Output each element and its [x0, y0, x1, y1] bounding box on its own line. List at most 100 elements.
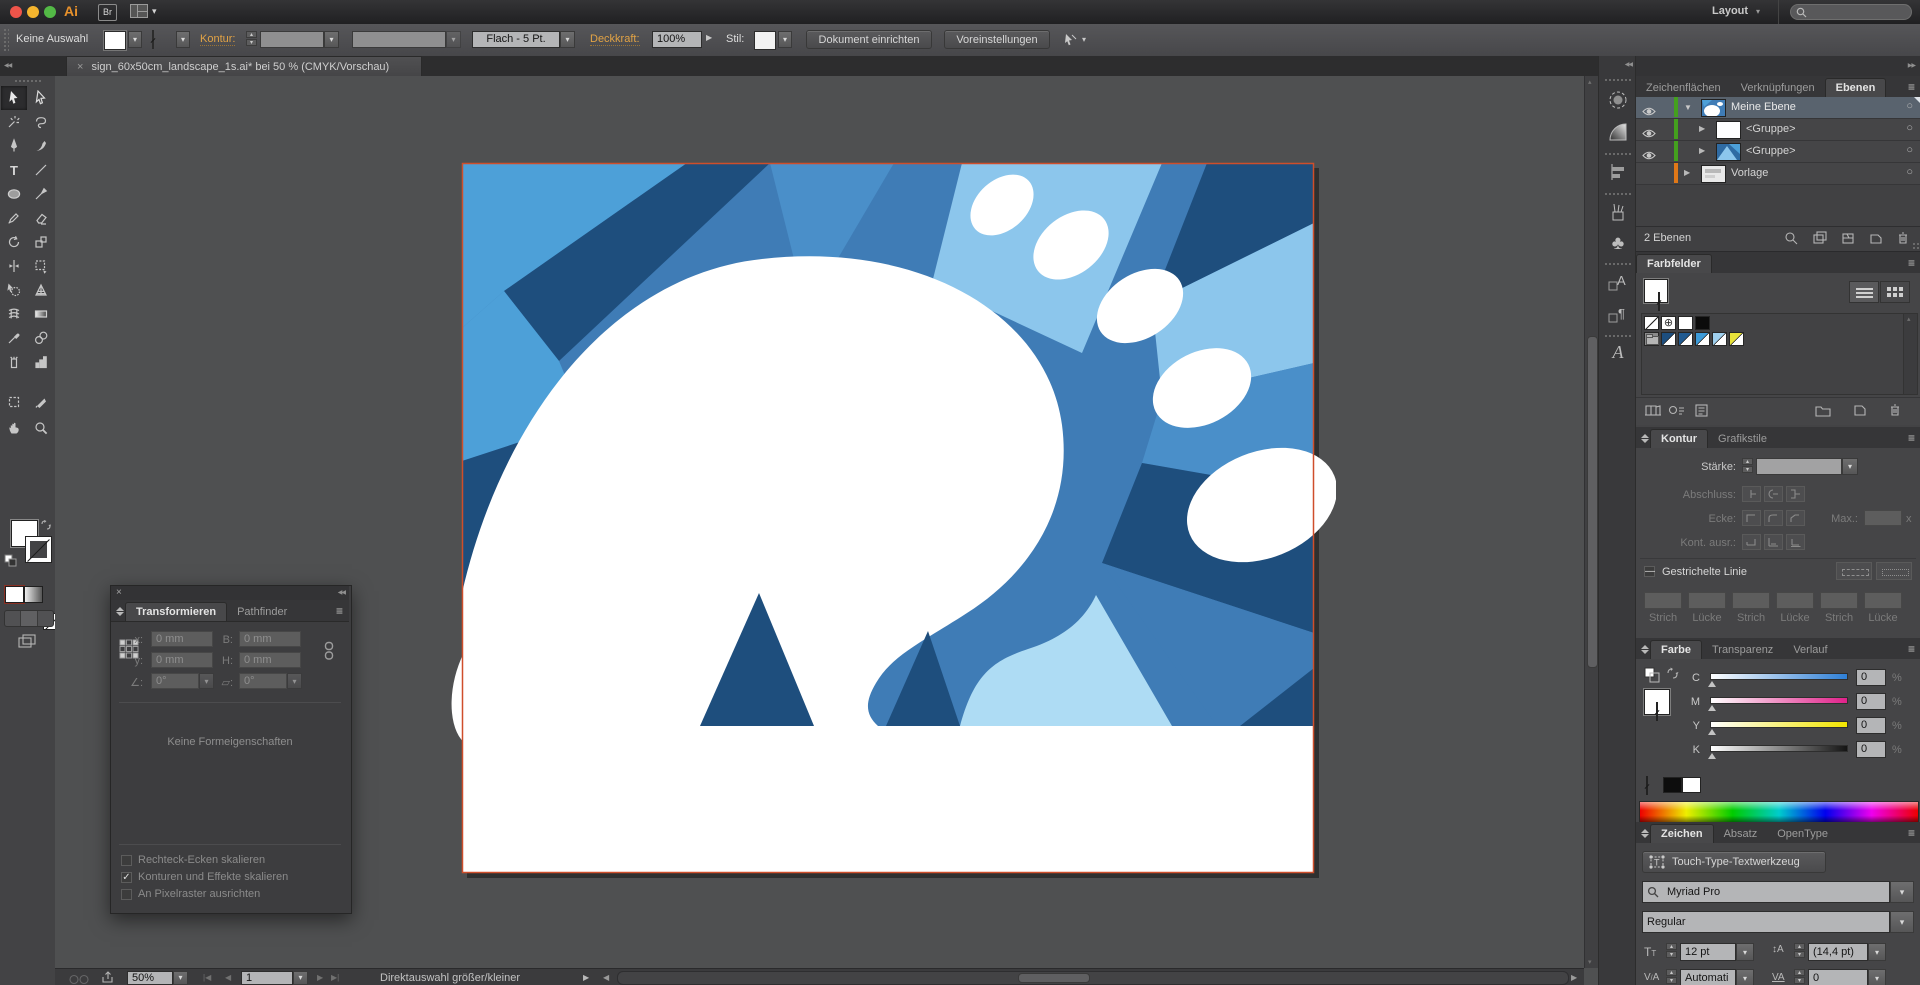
opacity-chevron-icon[interactable]: ▶: [706, 33, 712, 42]
tool-paintbrush[interactable]: [28, 182, 54, 206]
color-swap-icon[interactable]: [1666, 667, 1679, 685]
layer-thumbnail[interactable]: [1701, 99, 1726, 117]
tracking-field[interactable]: 0: [1808, 969, 1868, 985]
tab-zeichen[interactable]: Zeichen: [1650, 824, 1714, 843]
layer-name[interactable]: Meine Ebene: [1731, 101, 1796, 113]
tool-eyedropper[interactable]: [1, 326, 27, 350]
delete-layer-icon[interactable]: [1896, 231, 1910, 251]
leading-stepper[interactable]: ▴▾: [1794, 943, 1805, 958]
first-artboard-icon[interactable]: |◀: [203, 973, 211, 982]
workspace-chevron-icon[interactable]: ▾: [152, 6, 157, 17]
swatch-blue-dark-1[interactable]: [1661, 332, 1676, 346]
status-next-icon[interactable]: ▶: [583, 973, 589, 982]
align-outside-button[interactable]: [1786, 534, 1805, 550]
prev-artboard-icon[interactable]: ◀: [225, 973, 231, 982]
stroke-swatch-none[interactable]: [152, 30, 154, 49]
artboard-number-field[interactable]: 1: [241, 971, 293, 985]
tool-magic-wand[interactable]: [1, 110, 27, 134]
swatch-blue-dark-2[interactable]: [1678, 332, 1693, 346]
y-field[interactable]: 0 mm: [151, 652, 213, 668]
select-similar-chevron-icon[interactable]: ▾: [1082, 35, 1086, 44]
layers-panel-menu-icon[interactable]: ≡: [1908, 81, 1915, 93]
select-similar-icon[interactable]: [1062, 32, 1078, 53]
stroke-weight-stepper[interactable]: ▴▾: [246, 31, 257, 46]
dock-gripper-2[interactable]: [1604, 152, 1631, 156]
tab-absatz[interactable]: Absatz: [1714, 825, 1768, 843]
kerning-field[interactable]: Automati: [1680, 969, 1736, 985]
toolbar-stroke-swatch-none[interactable]: [25, 536, 52, 563]
new-sublayer-icon[interactable]: [1840, 231, 1856, 251]
color-fill-stroke-mini-icon[interactable]: [1644, 667, 1660, 688]
vertical-scroll-thumb[interactable]: [1587, 336, 1598, 668]
screen-mode-icon[interactable]: [18, 634, 36, 653]
magenta-field[interactable]: 0: [1856, 693, 1886, 710]
yellow-slider[interactable]: [1710, 721, 1848, 728]
dash-field-2[interactable]: [1732, 592, 1770, 609]
constrain-link-icon[interactable]: [321, 641, 337, 666]
height-field[interactable]: 0 mm: [239, 652, 301, 668]
preferences-button[interactable]: Voreinstellungen: [944, 30, 1050, 49]
magenta-slider[interactable]: [1710, 697, 1848, 704]
style-chevron-icon[interactable]: ▾: [778, 31, 792, 48]
horizontal-scrollbar[interactable]: [617, 971, 1569, 985]
gap-field-1[interactable]: [1688, 592, 1726, 609]
draw-inside-button[interactable]: [38, 611, 53, 626]
brush-definition-dropdown[interactable]: Flach - 5 Pt.: [472, 31, 560, 48]
align-panel-icon[interactable]: [1606, 160, 1630, 189]
clipping-mask-icon[interactable]: [1812, 231, 1828, 251]
tab-verlauf[interactable]: Verlauf: [1783, 641, 1837, 659]
weight-stepper[interactable]: ▴▾: [1742, 458, 1753, 473]
group-thumbnail[interactable]: [1716, 121, 1741, 139]
swatches-fill-indicator[interactable]: [1644, 279, 1668, 303]
swap-fill-stroke-icon[interactable]: [40, 518, 52, 536]
paragraph-styles-panel-icon[interactable]: ¶: [1606, 302, 1630, 331]
glyphs-panel-icon[interactable]: A: [1606, 342, 1630, 363]
font-size-stepper[interactable]: ▴▾: [1666, 943, 1677, 958]
hscroll-left-icon[interactable]: ◀: [603, 973, 609, 982]
color-panel-menu-icon[interactable]: ≡: [1908, 643, 1915, 655]
width-field[interactable]: 0 mm: [239, 631, 301, 647]
swatch-kinds-icon[interactable]: [1668, 403, 1686, 423]
tool-rotate[interactable]: [1, 230, 27, 254]
yellow-field[interactable]: 0: [1856, 717, 1886, 734]
color-mode-button[interactable]: [5, 586, 24, 603]
cap-butt-button[interactable]: [1742, 486, 1761, 502]
gradient-panel-icon[interactable]: [1606, 120, 1630, 149]
x-field[interactable]: 0 mm: [151, 631, 213, 647]
leading-field[interactable]: (14,4 pt): [1808, 943, 1868, 961]
dock-expand-icon[interactable]: ◀◀: [1625, 61, 1632, 68]
dash-field-3[interactable]: [1820, 592, 1858, 609]
variable-width-chevron-icon[interactable]: ▾: [446, 31, 461, 48]
dock-gripper-5[interactable]: [1604, 334, 1631, 338]
default-fill-stroke-icon[interactable]: [4, 554, 17, 572]
tool-width[interactable]: [1, 254, 27, 278]
swatch-folder-icon[interactable]: [1644, 332, 1659, 346]
transform-collapse-icon[interactable]: ◀◀: [338, 589, 345, 596]
character-panel-menu-icon[interactable]: ≡: [1908, 827, 1915, 839]
tool-hand[interactable]: [1, 416, 27, 440]
tool-gradient[interactable]: [28, 302, 54, 326]
rotate-chevron-icon[interactable]: ▾: [199, 673, 214, 689]
quick-none-swatch[interactable]: [1646, 776, 1648, 795]
share-icon[interactable]: [101, 971, 115, 985]
close-window-button[interactable]: [10, 6, 22, 18]
swatch-libraries-icon[interactable]: [1644, 403, 1662, 423]
dock-gripper-1[interactable]: [1604, 78, 1631, 82]
tab-opentype[interactable]: OpenType: [1767, 825, 1838, 843]
tool-type[interactable]: T: [1, 158, 27, 182]
disclosure-right-icon[interactable]: ▶: [1699, 146, 1705, 155]
swatch-scrollbar[interactable]: ▴: [1903, 313, 1918, 395]
disclosure-down-icon[interactable]: ▼: [1684, 103, 1692, 112]
swatch-yellow[interactable]: [1729, 332, 1744, 346]
quick-black-swatch[interactable]: [1663, 777, 1682, 793]
scale-corners-row[interactable]: Rechteck-Ecken skalieren: [121, 854, 265, 866]
tab-pathfinder[interactable]: Pathfinder: [227, 603, 297, 621]
tab-verknuepfungen[interactable]: Verknüpfungen: [1731, 79, 1825, 97]
layer-target-icon[interactable]: ○: [1906, 100, 1913, 112]
vertical-scrollbar[interactable]: ▴ ▾: [1584, 76, 1599, 968]
zoom-window-button[interactable]: [44, 6, 56, 18]
stroke-weight-label[interactable]: Kontur:: [200, 33, 235, 46]
swatch-registration[interactable]: ⊕: [1661, 316, 1676, 330]
locate-object-icon[interactable]: [1784, 231, 1799, 251]
tool-shape-builder[interactable]: [1, 278, 27, 302]
